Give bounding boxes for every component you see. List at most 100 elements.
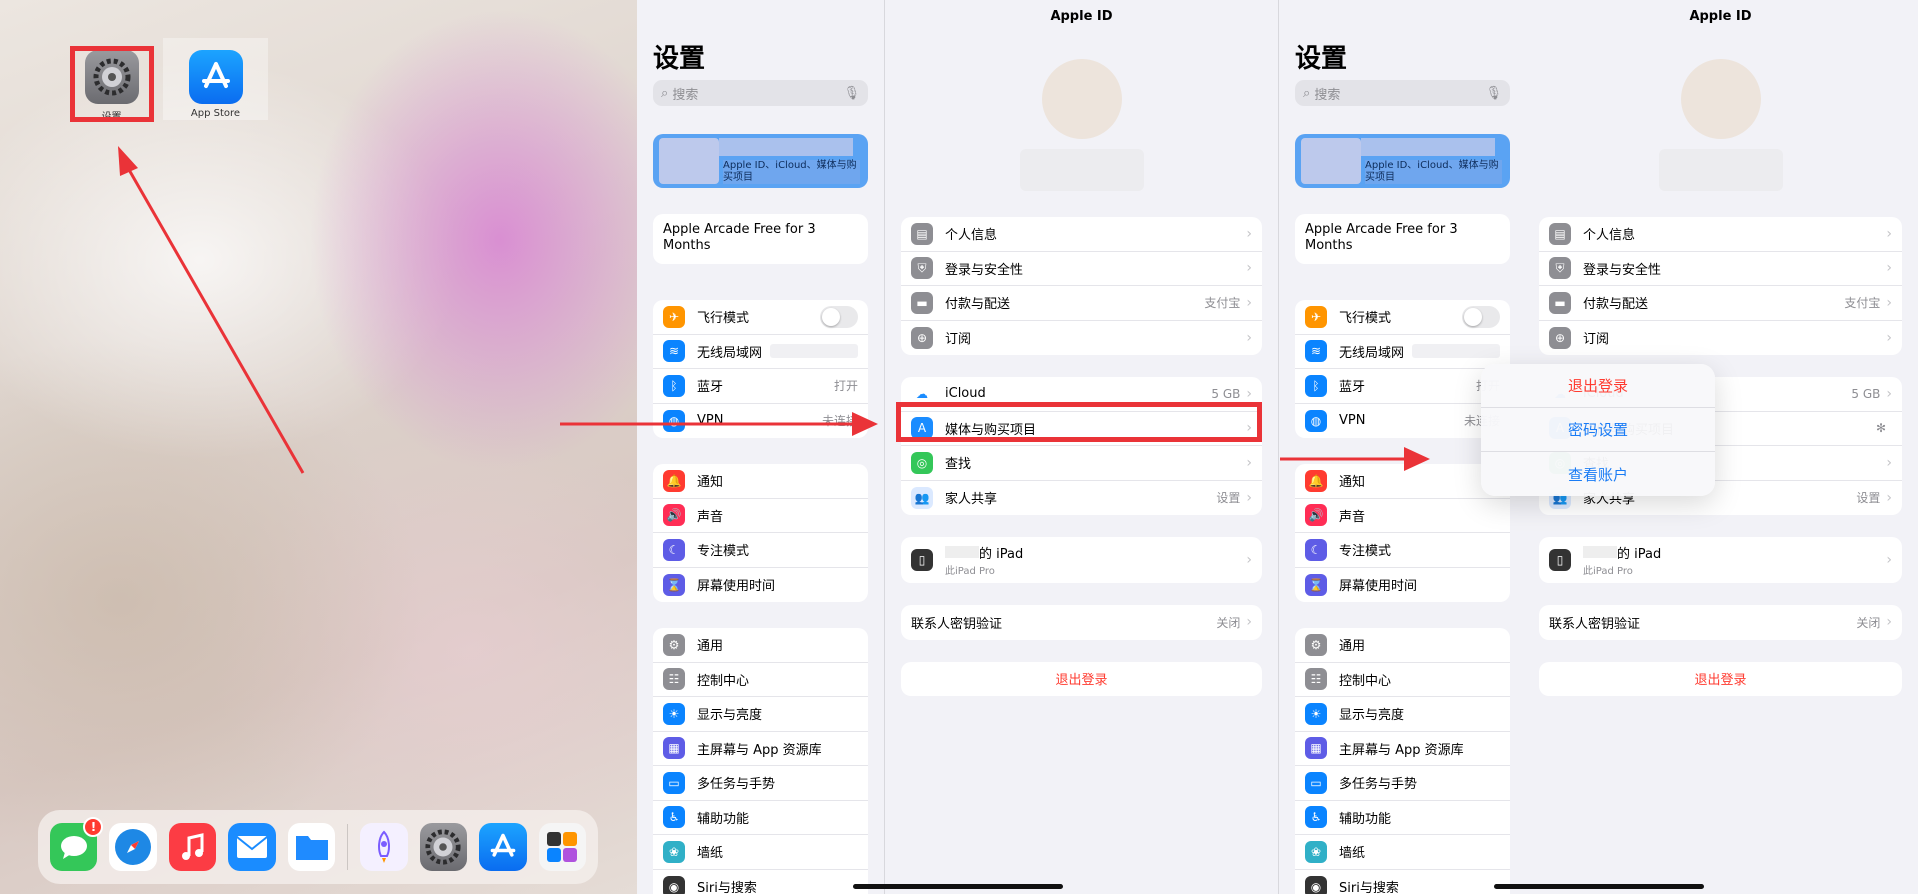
popup-logout-button[interactable]: 退出登录 bbox=[1481, 364, 1715, 408]
sidebar-item-wifi[interactable]: ≋ 无线局域网 bbox=[653, 335, 868, 369]
bluetooth-icon: ᛒ bbox=[1305, 374, 1327, 397]
payment-row[interactable]: ▬ 付款与配送 支付宝 › bbox=[901, 286, 1262, 321]
general-group: ⚙ 通用 ☷ 控制中心 ☀ 显示与亮度 ▦ 主屏幕与 App 资源库 ▭ 多任务与手势 ♿… bbox=[1295, 628, 1510, 894]
arcade-group[interactable]: Apple Arcade Free for 3 Months bbox=[653, 214, 868, 264]
sidebar-item-screen-time[interactable]: ⌛ 屏幕使用时间 bbox=[653, 568, 868, 603]
credit-card-icon: ▬ bbox=[1549, 291, 1571, 314]
sidebar-item-focus[interactable]: ☾ 专注模式 bbox=[653, 533, 868, 568]
find-my-row[interactable]: ◎ 查找 › bbox=[901, 446, 1262, 481]
chevron-right-icon: › bbox=[1886, 329, 1892, 346]
sidebar-item-sounds[interactable]: 🔊 声音 bbox=[1295, 499, 1510, 533]
sidebar-item-label: 主屏幕与 App 资源库 bbox=[697, 742, 822, 758]
personal-info-row[interactable]: ▤ 个人信息 › bbox=[1539, 217, 1902, 252]
microphone-icon[interactable]: 🎙 bbox=[843, 86, 860, 101]
sidebar-item-screen-time[interactable]: ⌛ 屏幕使用时间 bbox=[1295, 568, 1510, 603]
popup-view-account-button[interactable]: 查看账户 bbox=[1481, 452, 1715, 496]
contact-key-row[interactable]: 联系人密钥验证 关闭 › bbox=[1539, 605, 1902, 640]
avatar[interactable] bbox=[1041, 59, 1122, 139]
sidebar-item-display[interactable]: ☀ 显示与亮度 bbox=[1295, 697, 1510, 732]
sidebar-item-airplane[interactable]: ✈ 飞行模式 bbox=[1295, 300, 1510, 335]
airplane-toggle[interactable] bbox=[820, 305, 858, 328]
row-label: 登录与安全性 bbox=[1583, 262, 1662, 278]
apple-id-card[interactable]: Apple ID、iCloud、媒体与购买项目 bbox=[653, 134, 868, 188]
sidebar-item-label: 屏幕使用时间 bbox=[697, 579, 776, 595]
sidebar-item-sounds[interactable]: 🔊 声音 bbox=[653, 499, 868, 533]
account-name bbox=[1019, 149, 1144, 191]
microphone-icon[interactable]: 🎙 bbox=[1485, 86, 1502, 101]
sidebar-item-notifications[interactable]: 🔔 通知 bbox=[653, 464, 868, 499]
contact-key-row[interactable]: 联系人密钥验证 关闭 › bbox=[901, 605, 1262, 640]
sidebar-item-general[interactable]: ⚙ 通用 bbox=[653, 628, 868, 663]
mail-icon[interactable] bbox=[228, 823, 276, 871]
sidebar-item-siri[interactable]: ◉ Siri与搜索 bbox=[1295, 870, 1510, 894]
app-store-app[interactable]: App Store bbox=[163, 38, 268, 120]
general-group: ⚙ 通用 ☷ 控制中心 ☀ 显示与亮度 ▦ 主屏幕与 App 资源库 ▭ 多任务与手势 ♿… bbox=[653, 628, 868, 894]
sidebar-item-siri[interactable]: ◉ Siri与搜索 bbox=[653, 870, 868, 894]
apple-id-subtitle: Apple ID、iCloud、媒体与购买项目 bbox=[1365, 160, 1502, 184]
row-label: 查找 bbox=[945, 457, 972, 473]
sidebar-item-accessibility[interactable]: ♿ 辅助功能 bbox=[653, 801, 868, 835]
sign-in-security-row[interactable]: ⛨ 登录与安全性 › bbox=[901, 252, 1262, 286]
multitask-icon: ▭ bbox=[663, 771, 685, 794]
family-sharing-row[interactable]: 👥 家人共享 设置 › bbox=[901, 481, 1262, 516]
personal-info-row[interactable]: ▤ 个人信息 › bbox=[901, 217, 1262, 252]
files-icon[interactable] bbox=[287, 823, 336, 871]
subscriptions-row[interactable]: ⊕ 订阅 › bbox=[901, 321, 1262, 356]
sidebar-item-airplane[interactable]: ✈ 飞行模式 bbox=[653, 300, 868, 335]
logout-button[interactable]: 退出登录 bbox=[901, 662, 1262, 696]
sidebar-item-general[interactable]: ⚙ 通用 bbox=[1295, 628, 1510, 663]
sidebar-item-home-screen[interactable]: ▦ 主屏幕与 App 资源库 bbox=[1295, 732, 1510, 766]
sidebar-item-notifications[interactable]: 🔔 通知 bbox=[1295, 464, 1510, 499]
device-owner bbox=[1583, 545, 1617, 558]
sidebar-item-bluetooth[interactable]: ᛒ蓝牙打开 bbox=[1295, 369, 1510, 404]
id-card-icon: ▤ bbox=[911, 222, 933, 245]
sidebar-item-label: 无线局域网 bbox=[697, 345, 763, 361]
arcade-group[interactable]: Apple Arcade Free for 3 Months bbox=[1295, 214, 1510, 264]
grid-icon: ▦ bbox=[663, 737, 685, 760]
sidebar-item-multitasking[interactable]: ▭ 多任务与手势 bbox=[1295, 766, 1510, 801]
siri-icon: ◉ bbox=[663, 875, 685, 894]
app-store-icon[interactable] bbox=[479, 823, 527, 871]
payment-row[interactable]: ▬ 付款与配送 支付宝 › bbox=[1539, 286, 1902, 321]
subscriptions-row[interactable]: ⊕ 订阅 › bbox=[1539, 321, 1902, 356]
search-input[interactable]: ⌕ 搜索 🎙 bbox=[1295, 80, 1510, 106]
connectivity-group: ✈ 飞行模式 ≋ 无线局域网 ᛒ 蓝牙 打开 ◍ VPN 未连接 bbox=[653, 300, 868, 438]
sidebar-item-wifi[interactable]: ≋ 无线局域网 bbox=[1295, 335, 1510, 369]
sidebar-item-home-screen[interactable]: ▦ 主屏幕与 App 资源库 bbox=[653, 732, 868, 766]
apple-id-card[interactable]: Apple ID、iCloud、媒体与购买项目 bbox=[1295, 134, 1510, 188]
safari-icon[interactable] bbox=[109, 823, 157, 871]
sidebar-item-wallpaper[interactable]: ❀ 墙纸 bbox=[1295, 835, 1510, 870]
search-input[interactable]: ⌕ 搜索 🎙 bbox=[653, 80, 868, 106]
sidebar-item-wallpaper[interactable]: ❀ 墙纸 bbox=[653, 835, 868, 870]
sidebar-item-control-center[interactable]: ☷ 控制中心 bbox=[653, 663, 868, 697]
sidebar-item-control-center[interactable]: ☷ 控制中心 bbox=[1295, 663, 1510, 697]
rocket-icon[interactable] bbox=[360, 823, 408, 871]
music-icon[interactable] bbox=[168, 823, 217, 871]
sidebar-item-label: 显示与亮度 bbox=[697, 708, 763, 724]
sidebar-item-label: 墙纸 bbox=[1339, 846, 1366, 862]
ipad-device-row[interactable]: ▯ 的 iPad 此iPad Pro › bbox=[1539, 537, 1902, 583]
chevron-right-icon: › bbox=[1246, 614, 1252, 631]
arcade-offer[interactable]: Apple Arcade Free for 3 Months bbox=[653, 214, 868, 264]
sidebar-item-focus[interactable]: ☾ 专注模式 bbox=[1295, 533, 1510, 568]
sidebar-item-multitasking[interactable]: ▭ 多任务与手势 bbox=[653, 766, 868, 801]
sidebar-item-bluetooth[interactable]: ᛒ蓝牙打开 bbox=[653, 369, 868, 404]
sidebar-item-vpn[interactable]: ◍VPN未连接 bbox=[1295, 404, 1510, 439]
loading-spinner-icon: ✻ bbox=[1875, 421, 1886, 436]
messages-icon[interactable]: ! bbox=[50, 817, 104, 871]
avatar bbox=[659, 138, 719, 184]
sidebar-item-vpn[interactable]: ◍VPN未连接 bbox=[653, 404, 868, 439]
airplane-toggle[interactable] bbox=[1462, 305, 1500, 328]
arcade-offer[interactable]: Apple Arcade Free for 3 Months bbox=[1295, 214, 1510, 264]
row-label: 个人信息 bbox=[945, 228, 998, 244]
hourglass-icon: ⌛ bbox=[663, 573, 685, 596]
popup-password-settings-button[interactable]: 密码设置 bbox=[1481, 408, 1715, 452]
app-library-icon[interactable] bbox=[538, 823, 587, 871]
sign-in-security-row[interactable]: ⛨ 登录与安全性 › bbox=[1539, 252, 1902, 286]
sidebar-item-display[interactable]: ☀ 显示与亮度 bbox=[653, 697, 868, 732]
logout-button[interactable]: 退出登录 bbox=[1539, 662, 1902, 696]
sidebar-item-accessibility[interactable]: ♿ 辅助功能 bbox=[1295, 801, 1510, 835]
settings-gear-icon[interactable] bbox=[419, 823, 468, 871]
avatar[interactable] bbox=[1680, 59, 1761, 139]
ipad-device-row[interactable]: ▯ 的 iPad 此iPad Pro › bbox=[901, 537, 1262, 583]
